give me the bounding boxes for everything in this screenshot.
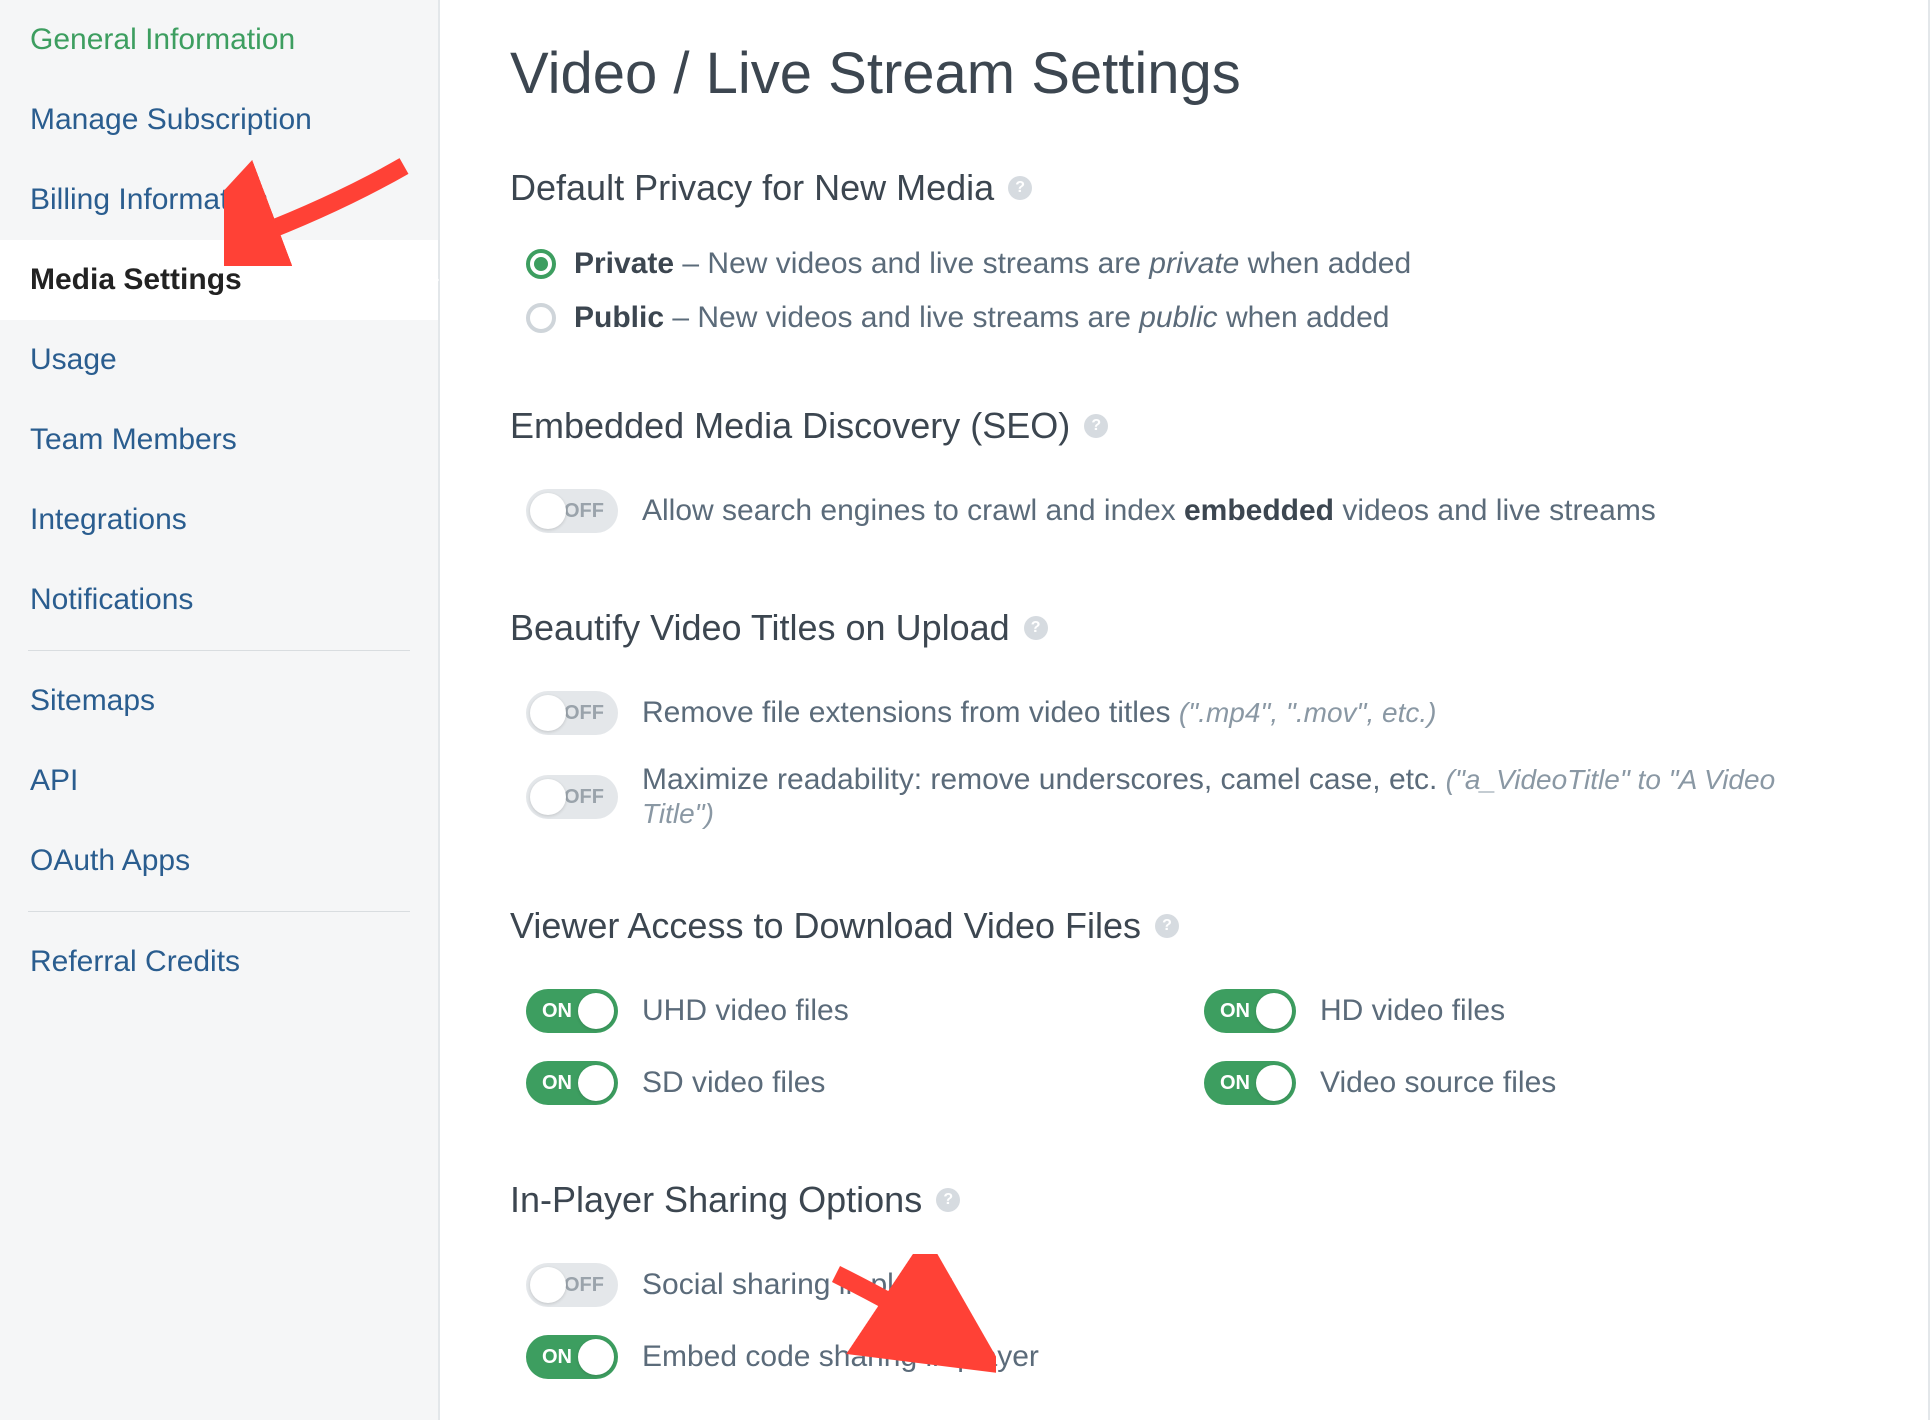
help-icon[interactable]: ? (936, 1188, 960, 1212)
download-toggle[interactable]: ON (526, 1061, 618, 1105)
download-label: SD video files (642, 1066, 825, 1100)
sidebar-item-billing-information[interactable]: Billing Information (0, 160, 438, 240)
sidebar-item-referral-credits[interactable]: Referral Credits (0, 922, 438, 1002)
sidebar-item-manage-subscription[interactable]: Manage Subscription (0, 80, 438, 160)
section-beautify: Beautify Video Titles on Upload ? OFF Re… (510, 607, 1858, 845)
section-default-privacy: Default Privacy for New Media ? Private … (510, 167, 1858, 345)
sidebar-item-oauth-apps[interactable]: OAuth Apps (0, 821, 438, 901)
download-row-hd-video-files: ON HD video files (1204, 975, 1842, 1047)
section-title-privacy: Default Privacy for New Media ? (510, 167, 1858, 209)
privacy-option-public[interactable]: Public – New videos and live streams are… (510, 291, 1858, 345)
sidebar-divider (28, 911, 410, 912)
help-icon[interactable]: ? (1155, 914, 1179, 938)
remove-extensions-toggle[interactable]: OFF (526, 691, 618, 735)
sidebar-item-general-information[interactable]: General Information (0, 0, 438, 80)
page-title: Video / Live Stream Settings (510, 40, 1858, 107)
social-sharing-toggle[interactable]: OFF (526, 1263, 618, 1307)
social-sharing-label: Social sharing in player (642, 1268, 952, 1302)
download-row-sd-video-files: ON SD video files (526, 1047, 1164, 1119)
download-label: UHD video files (642, 994, 849, 1028)
sharing-embed-row: ON Embed code sharing in player (510, 1321, 1858, 1393)
section-download: Viewer Access to Download Video Files ? … (510, 905, 1858, 1119)
sidebar-item-usage[interactable]: Usage (0, 320, 438, 400)
download-toggle[interactable]: ON (526, 989, 618, 1033)
section-title-text: Default Privacy for New Media (510, 167, 994, 209)
download-label: Video source files (1320, 1066, 1556, 1100)
sidebar-item-team-members[interactable]: Team Members (0, 400, 438, 480)
download-toggle[interactable]: ON (1204, 989, 1296, 1033)
radio-icon (526, 303, 556, 333)
download-row-uhd-video-files: ON UHD video files (526, 975, 1164, 1047)
embed-code-sharing-toggle[interactable]: ON (526, 1335, 618, 1379)
section-title-text: Viewer Access to Download Video Files (510, 905, 1141, 947)
sidebar-item-notifications[interactable]: Notifications (0, 560, 438, 640)
section-title-sharing: In-Player Sharing Options ? (510, 1179, 1858, 1221)
privacy-option-private[interactable]: Private – New videos and live streams ar… (510, 237, 1858, 291)
sidebar-item-sitemaps[interactable]: Sitemaps (0, 661, 438, 741)
main-content: Video / Live Stream Settings Default Pri… (440, 0, 1930, 1420)
help-icon[interactable]: ? (1024, 616, 1048, 640)
section-seo: Embedded Media Discovery (SEO) ? OFF All… (510, 405, 1858, 547)
help-icon[interactable]: ? (1008, 176, 1032, 200)
seo-toggle[interactable]: OFF (526, 489, 618, 533)
seo-toggle-label: Allow search engines to crawl and index … (642, 494, 1656, 528)
section-title-text: Beautify Video Titles on Upload (510, 607, 1010, 649)
embed-code-sharing-label: Embed code sharing in player (642, 1340, 1039, 1374)
section-title-text: Embedded Media Discovery (SEO) (510, 405, 1070, 447)
maximize-readability-label: Maximize readability: remove underscores… (642, 763, 1842, 831)
sharing-social-row: OFF Social sharing in player (510, 1249, 1858, 1321)
section-title-seo: Embedded Media Discovery (SEO) ? (510, 405, 1858, 447)
sidebar-item-integrations[interactable]: Integrations (0, 480, 438, 560)
download-row-video-source-files: ON Video source files (1204, 1047, 1842, 1119)
help-icon[interactable]: ? (1084, 414, 1108, 438)
sidebar: General InformationManage SubscriptionBi… (0, 0, 440, 1420)
sidebar-item-media-settings[interactable]: Media Settings (0, 240, 438, 320)
download-label: HD video files (1320, 994, 1505, 1028)
radio-icon (526, 249, 556, 279)
section-title-download: Viewer Access to Download Video Files ? (510, 905, 1858, 947)
maximize-readability-toggle[interactable]: OFF (526, 775, 618, 819)
sidebar-item-api[interactable]: API (0, 741, 438, 821)
beautify-row-readability: OFF Maximize readability: remove undersc… (510, 749, 1858, 845)
beautify-row-extensions: OFF Remove file extensions from video ti… (510, 677, 1858, 749)
remove-extensions-label: Remove file extensions from video titles… (642, 696, 1436, 730)
section-sharing: In-Player Sharing Options ? OFF Social s… (510, 1179, 1858, 1393)
section-title-text: In-Player Sharing Options (510, 1179, 922, 1221)
seo-toggle-row: OFF Allow search engines to crawl and in… (510, 475, 1858, 547)
sidebar-divider (28, 650, 410, 651)
download-toggle[interactable]: ON (1204, 1061, 1296, 1105)
section-title-beautify: Beautify Video Titles on Upload ? (510, 607, 1858, 649)
